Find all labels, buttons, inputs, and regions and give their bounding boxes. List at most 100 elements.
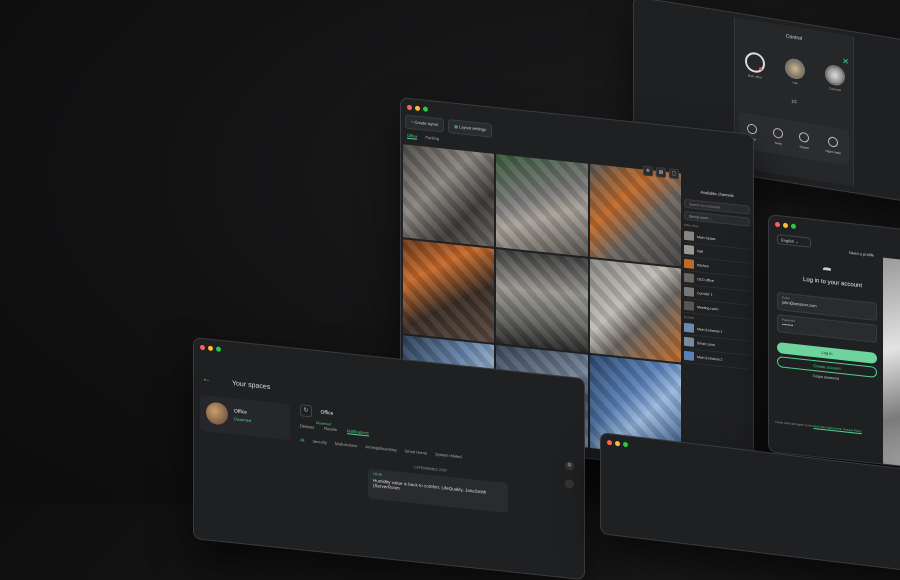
move-icon[interactable]: ✥ (643, 165, 653, 177)
ring-item[interactable]: Main office (745, 50, 765, 80)
minimize-dot[interactable] (208, 345, 213, 352)
maximize-dot[interactable] (791, 223, 796, 230)
forgot-password-link[interactable]: Forgot password (813, 374, 839, 381)
minimize-dot[interactable] (783, 222, 788, 229)
close-dot[interactable] (200, 344, 205, 351)
mode-away[interactable]: Away (773, 126, 784, 146)
more-icon[interactable] (565, 479, 574, 490)
camera-feed[interactable] (403, 239, 495, 343)
sub-tabs: Devices Rooms Notifications (300, 423, 369, 437)
mode-row: Home Away Disarm Night mode (739, 111, 849, 166)
channel-thumbnail (684, 322, 694, 333)
notification-card[interactable]: 19:49 Humidity value is back to comfort.… (368, 468, 508, 514)
hero-image (883, 257, 900, 469)
window-controls (407, 104, 428, 112)
layout-settings-button[interactable]: ▦ Layout settings (448, 119, 493, 138)
mode-label: Night mode (825, 148, 841, 155)
terms-text: I have read and agree to the End User Ag… (775, 420, 875, 435)
close-dot[interactable] (607, 439, 612, 446)
camera-feed[interactable] (403, 144, 495, 248)
room-select-value: Dining room (689, 214, 708, 221)
ring-item[interactable]: Hall (785, 57, 805, 86)
ring-hall[interactable] (785, 57, 805, 81)
login-title: Log in to your account (803, 276, 863, 290)
office-name: Office (320, 409, 334, 417)
window-controls (775, 221, 796, 230)
mode-label: Disarm (799, 144, 810, 150)
close-icon[interactable]: ✕ (842, 56, 849, 66)
need-profile-link[interactable]: Need a profile (849, 250, 874, 258)
camera-feed[interactable] (589, 163, 681, 267)
create-layout-label: Create layout (414, 119, 439, 128)
space-name: Office (234, 408, 247, 416)
ring-label: Hall (792, 80, 798, 86)
space-status: Disarmed (234, 416, 252, 424)
channel-thumbnail (684, 300, 694, 311)
filter-malfunctions[interactable]: Malfunctions (335, 441, 357, 448)
night-icon (828, 135, 839, 148)
channel-label: Meeting room (697, 304, 719, 311)
home-icon (747, 122, 758, 135)
mode-night[interactable]: Night mode (825, 135, 841, 155)
close-dot[interactable] (407, 104, 412, 111)
chevron-down-icon: ⌄ (795, 238, 799, 245)
terms-prefix: I have read and agree to the (775, 419, 813, 428)
channel-thumbnail (684, 350, 694, 361)
channel-thumbnail (684, 244, 694, 255)
away-icon (773, 126, 784, 139)
channel-thumbnail (684, 286, 694, 297)
mode-label: Away (774, 140, 782, 146)
notification-filters: All Security Malfunctions Arming/disarmi… (300, 437, 462, 459)
tab-office[interactable]: Office (407, 132, 418, 140)
channel-label: Corridor 1 (697, 290, 713, 297)
logo-icon (823, 267, 831, 277)
channel-label: Main Space (697, 234, 716, 241)
terms-link[interactable]: End User Agreement, Privacy Policy (814, 424, 862, 433)
language-select[interactable]: English ⌄ (777, 233, 811, 248)
mode-disarm[interactable]: Disarm (799, 131, 810, 150)
layout-tabs: Office Parking (407, 132, 439, 142)
chevron-down-icon: ⌄ (708, 216, 712, 221)
channel-label: Main Entrance 1 (697, 326, 723, 334)
filter-all[interactable]: All (300, 437, 304, 442)
minimize-dot[interactable] (615, 440, 620, 447)
maximize-dot[interactable] (216, 346, 221, 352)
ring-label: Main office (747, 73, 763, 80)
avatar (206, 401, 228, 426)
channel-thumbnail (684, 336, 694, 347)
filter-arming[interactable]: Arming/disarming (365, 444, 396, 452)
tab-devices[interactable]: Devices (300, 423, 314, 430)
camera-feed[interactable] (496, 249, 588, 353)
tab-notifications[interactable]: Notifications (346, 428, 369, 437)
camera-feed[interactable] (589, 259, 681, 363)
space-card[interactable]: Office Disarmed (200, 394, 290, 441)
ring-main-office[interactable] (745, 50, 765, 75)
create-layout-button[interactable]: + Create layout (405, 114, 445, 133)
ring-cameras[interactable] (825, 63, 845, 87)
pager: 1/2 (791, 98, 797, 105)
minimize-dot[interactable] (415, 105, 420, 112)
tab-parking[interactable]: Parking (425, 135, 439, 142)
maximize-dot[interactable] (623, 441, 628, 448)
grid-icon[interactable]: ▦ (656, 166, 666, 178)
date-separator: CATERBAMES 2020 (414, 465, 447, 473)
refresh-icon[interactable]: ↻ (300, 404, 312, 418)
spaces-window: ← Your spaces Office Disarmed ↻ Office D… (193, 337, 585, 580)
filter-smart-home[interactable]: Smart Home (405, 448, 427, 455)
ring-item[interactable]: Cameras (825, 63, 845, 93)
filter-security[interactable]: Security (312, 439, 326, 446)
expand-icon[interactable]: ▢ (669, 168, 679, 180)
tab-rooms[interactable]: Rooms (324, 426, 337, 433)
filter-system[interactable]: System related (435, 451, 462, 459)
maximize-dot[interactable] (423, 106, 428, 112)
channels-sidebar: Available channels Search for channels D… (684, 174, 750, 469)
camera-feed[interactable] (496, 154, 588, 258)
ring-label: Cameras (828, 86, 842, 93)
channel-thumbnail (684, 272, 694, 283)
filter-icon[interactable]: ⚙ (565, 461, 574, 472)
layout-settings-label: Layout settings (459, 124, 487, 133)
back-arrow-icon[interactable]: ← (202, 373, 211, 384)
close-dot[interactable] (775, 221, 780, 228)
language-value: English (781, 237, 795, 244)
login-window: English ⌄ Need a profile Log in to your … (768, 214, 900, 469)
